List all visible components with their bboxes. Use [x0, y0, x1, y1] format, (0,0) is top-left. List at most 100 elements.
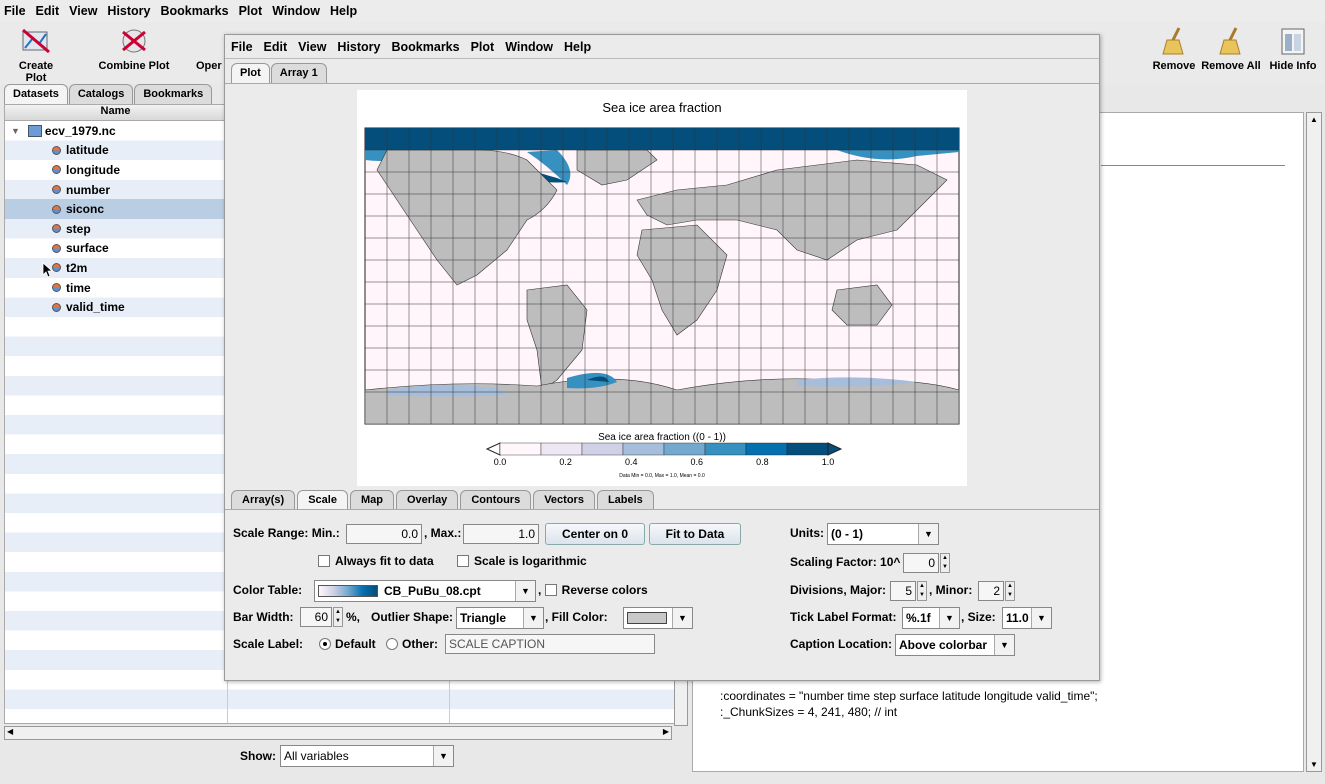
- tab-plot[interactable]: Plot: [231, 63, 270, 83]
- scale-caption-field[interactable]: SCALE CAPTION: [445, 634, 655, 654]
- menu-history[interactable]: History: [107, 4, 150, 18]
- scroll-right-icon[interactable]: ▶: [663, 727, 669, 736]
- plot-window: File Edit View History Bookmarks Plot Wi…: [224, 34, 1100, 681]
- variable-icon: [52, 165, 61, 175]
- plot-menu-bookmarks[interactable]: Bookmarks: [392, 40, 460, 54]
- outlier-shape-select[interactable]: Triangle ▼: [456, 607, 544, 629]
- create-plot-icon: [22, 28, 50, 54]
- tree-item-t2m[interactable]: t2m: [5, 258, 227, 278]
- plot-menu-plot[interactable]: Plot: [471, 40, 495, 54]
- logarithmic-checkbox[interactable]: Scale is logarithmic: [457, 554, 587, 568]
- chevron-down-icon: ▼: [523, 608, 543, 628]
- color-table-select[interactable]: CB_PuBu_08.cpt ▼: [314, 580, 536, 602]
- tab-datasets[interactable]: Datasets: [4, 84, 68, 104]
- info-vertical-scrollbar[interactable]: ▲ ▼: [1306, 112, 1322, 772]
- bar-width-spinner-icon[interactable]: ▲ ▼: [333, 607, 343, 627]
- always-fit-checkbox[interactable]: Always fit to data: [318, 554, 434, 568]
- default-radio[interactable]: Default: [319, 637, 376, 651]
- size-select[interactable]: 11.0 ▼: [1002, 607, 1052, 629]
- menu-view[interactable]: View: [69, 4, 97, 18]
- tab-vectors[interactable]: Vectors: [533, 490, 595, 510]
- logarithmic-label: Scale is logarithmic: [474, 554, 587, 568]
- tree-item-number[interactable]: number: [5, 180, 227, 200]
- menu-edit[interactable]: Edit: [36, 4, 60, 18]
- tree-item-time[interactable]: time: [5, 278, 227, 298]
- broom-all-icon: [1219, 27, 1241, 55]
- hide-info-button[interactable]: Hide Info: [1266, 26, 1320, 72]
- scale-max-label: , Max.:: [424, 526, 462, 540]
- tree-item-surface[interactable]: surface: [5, 239, 227, 259]
- size-label: , Size:: [961, 610, 996, 624]
- remove-button[interactable]: Remove: [1148, 26, 1200, 72]
- tree-item-siconc[interactable]: siconc: [5, 199, 227, 219]
- expand-arrow-icon[interactable]: ▼: [11, 126, 20, 136]
- other-radio[interactable]: Other:: [386, 637, 438, 651]
- tab-arrays[interactable]: Array(s): [231, 490, 296, 510]
- tab-scale[interactable]: Scale: [297, 490, 348, 510]
- scroll-up-icon[interactable]: ▲: [1310, 115, 1318, 124]
- map-frame: [364, 127, 960, 425]
- caption-location-value: Above colorbar: [899, 638, 988, 652]
- color-table-swatch: [318, 585, 378, 597]
- info-line: :coordinates = "number time step surface…: [720, 689, 1098, 703]
- plot-menu-view[interactable]: View: [298, 40, 326, 54]
- info-divider: [1101, 165, 1285, 166]
- fill-color-label: , Fill Color:: [545, 610, 608, 624]
- scale-max-field[interactable]: 1.0: [463, 524, 539, 544]
- menu-plot[interactable]: Plot: [239, 4, 263, 18]
- scroll-left-icon[interactable]: ◀: [7, 727, 13, 736]
- name-column-header[interactable]: Name: [5, 105, 227, 120]
- tab-divider: [225, 83, 1099, 84]
- menu-window[interactable]: Window: [272, 4, 320, 18]
- combine-plot-button[interactable]: Combine Plot: [94, 26, 174, 72]
- menu-file[interactable]: File: [4, 4, 26, 18]
- tree-item-step[interactable]: step: [5, 219, 227, 239]
- tab-catalogs[interactable]: Catalogs: [68, 84, 134, 104]
- tree-item-label: valid_time: [66, 300, 125, 315]
- create-plot-button[interactable]: Create Plot: [10, 26, 62, 84]
- scaling-factor-field[interactable]: 0: [903, 553, 939, 573]
- tab-overlay[interactable]: Overlay: [395, 490, 459, 510]
- show-select[interactable]: All variables ▼: [280, 745, 454, 767]
- plot-menu-window[interactable]: Window: [505, 40, 553, 54]
- open-button[interactable]: Oper: [196, 26, 226, 72]
- tab-bookmarks[interactable]: Bookmarks: [134, 84, 213, 104]
- plot-menu-history[interactable]: History: [337, 40, 380, 54]
- minor-spinner-icon[interactable]: ▲ ▼: [1005, 581, 1015, 601]
- units-label: Units:: [790, 526, 824, 540]
- divisions-major-field[interactable]: 5: [890, 581, 916, 601]
- tree-item-latitude[interactable]: latitude: [5, 141, 227, 161]
- tab-array-1[interactable]: Array 1: [270, 63, 327, 83]
- tick-format-select[interactable]: %.1f ▼: [902, 607, 960, 629]
- caption-location-select[interactable]: Above colorbar ▼: [895, 634, 1015, 656]
- tab-contours[interactable]: Contours: [460, 490, 532, 510]
- reverse-colors-checkbox[interactable]: , Reverse colors: [538, 583, 648, 597]
- scaling-spinner-icon[interactable]: ▲ ▼: [940, 553, 950, 573]
- major-spinner-icon[interactable]: ▲ ▼: [917, 581, 927, 601]
- scaling-factor-label: Scaling Factor: 10^: [790, 555, 901, 569]
- tree-item-valid-time[interactable]: valid_time: [5, 297, 227, 317]
- fill-color-select[interactable]: ▼: [623, 607, 693, 629]
- tree-root-row[interactable]: ▼ ecv_1979.nc: [5, 121, 227, 141]
- scroll-down-icon[interactable]: ▼: [1310, 760, 1318, 769]
- chevron-down-icon: ▼: [918, 524, 938, 544]
- plot-menu-edit[interactable]: Edit: [264, 40, 288, 54]
- scale-min-field[interactable]: 0.0: [346, 524, 422, 544]
- divisions-minor-field[interactable]: 2: [978, 581, 1004, 601]
- tree-item-longitude[interactable]: longitude: [5, 160, 227, 180]
- units-select[interactable]: (0 - 1) ▼: [827, 523, 939, 545]
- fit-to-data-button[interactable]: Fit to Data: [649, 523, 741, 545]
- tab-labels[interactable]: Labels: [596, 490, 654, 510]
- tree-item-label: time: [66, 280, 91, 295]
- menu-help[interactable]: Help: [330, 4, 357, 18]
- plot-menu-help[interactable]: Help: [564, 40, 591, 54]
- tree-horizontal-scrollbar[interactable]: ◀ ▶: [4, 726, 672, 740]
- remove-all-button[interactable]: Remove All: [1198, 26, 1264, 72]
- bar-width-field[interactable]: 60: [300, 607, 332, 627]
- open-label: Oper: [196, 60, 222, 72]
- center-on-zero-button[interactable]: Center on 0: [545, 523, 645, 545]
- menu-bookmarks[interactable]: Bookmarks: [161, 4, 229, 18]
- scale-label-label: Scale Label:: [233, 637, 304, 651]
- plot-menu-file[interactable]: File: [231, 40, 253, 54]
- tab-map[interactable]: Map: [349, 490, 394, 510]
